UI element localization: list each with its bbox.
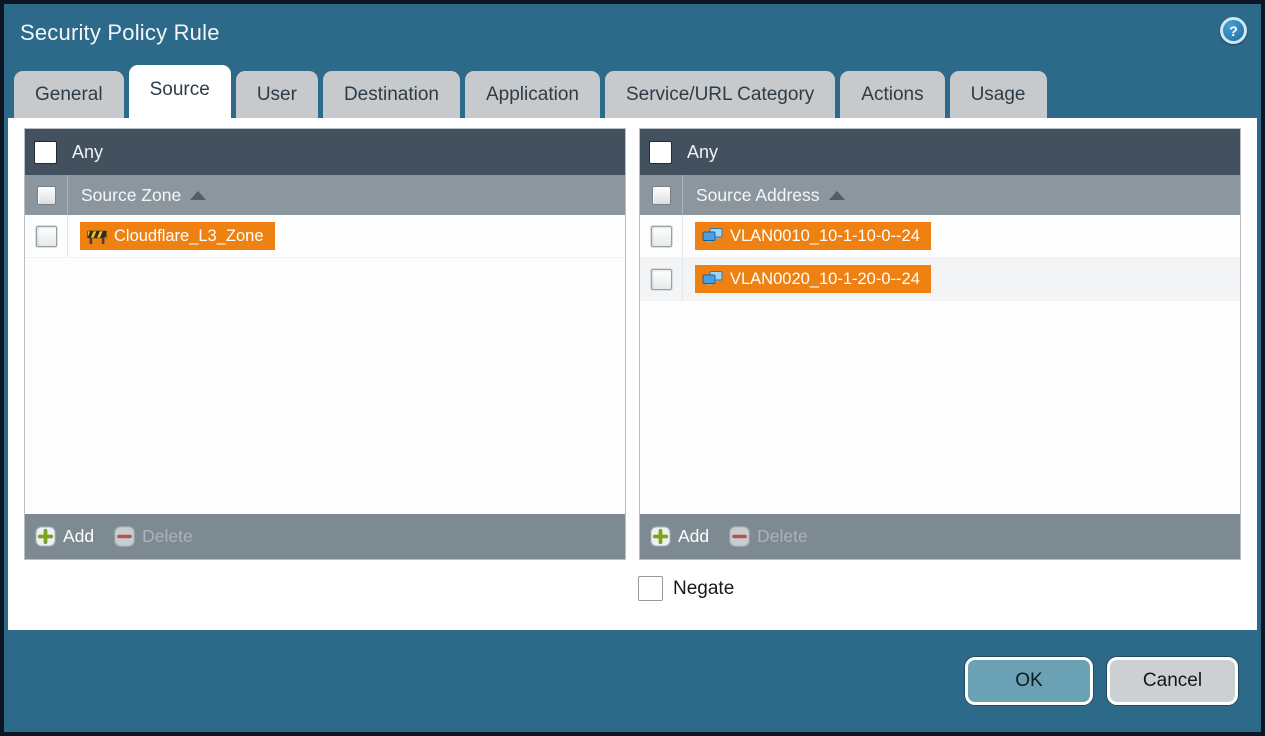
zone-name: Cloudflare_L3_Zone xyxy=(114,226,264,245)
delete-label: Delete xyxy=(142,526,193,546)
add-label: Add xyxy=(678,526,710,546)
source-zone-any-label: Any xyxy=(72,141,104,162)
row-checkbox-cell xyxy=(640,258,683,300)
source-zone-any-checkbox[interactable] xyxy=(34,140,57,164)
delete-label: Delete xyxy=(757,526,808,546)
source-address-delete-button[interactable]: Delete xyxy=(729,526,808,547)
address-name: VLAN0010_10-1-10-0--24 xyxy=(730,226,920,245)
negate-label: Negate xyxy=(673,577,735,599)
help-icon[interactable]: ? xyxy=(1220,17,1247,44)
source-zone-column-label: Source Zone xyxy=(81,184,182,205)
source-address-any-checkbox[interactable] xyxy=(649,140,672,164)
ok-button[interactable]: OK xyxy=(965,657,1093,705)
help-icon-glyph: ? xyxy=(1223,20,1244,41)
tab-strip: General Source User Destination Applicat… xyxy=(4,62,1261,118)
address-chip[interactable]: VLAN0020_10-1-20-0--24 xyxy=(695,265,931,293)
source-address-row[interactable]: VLAN0010_10-1-10-0--24 xyxy=(640,215,1240,258)
negate-row: Negate xyxy=(638,576,1241,601)
add-icon xyxy=(650,526,671,547)
source-address-row-checkbox[interactable] xyxy=(650,225,672,247)
row-checkbox-cell xyxy=(640,215,683,257)
tab-general[interactable]: General xyxy=(14,71,124,118)
source-zone-panel-footer: Add Delete xyxy=(25,514,625,559)
source-address-row[interactable]: VLAN0020_10-1-20-0--24 xyxy=(640,258,1240,301)
delete-icon xyxy=(729,526,750,547)
tab-destination[interactable]: Destination xyxy=(322,71,460,118)
add-label: Add xyxy=(63,526,95,546)
address-chip[interactable]: VLAN0010_10-1-10-0--24 xyxy=(695,222,931,250)
tab-application[interactable]: Application xyxy=(465,71,600,118)
add-icon xyxy=(35,526,56,547)
tab-source[interactable]: Source xyxy=(128,65,231,118)
negate-checkbox[interactable] xyxy=(638,576,663,601)
sort-ascending-icon[interactable] xyxy=(828,190,845,200)
source-address-any-label: Any xyxy=(687,141,719,162)
source-address-list: VLAN0010_10-1-10-0--24 VLAN0020_10-1-20-… xyxy=(640,215,1240,514)
dialog-title: Security Policy Rule xyxy=(20,20,220,45)
source-zone-list: Cloudflare_L3_Zone xyxy=(25,215,625,514)
address-icon xyxy=(702,271,723,286)
source-address-panel: Any Source Address VLAN0010_10-1-10-0--2… xyxy=(639,128,1241,560)
header-checkbox-cell xyxy=(640,175,683,215)
source-address-select-all-checkbox[interactable] xyxy=(651,185,671,205)
source-zone-row-checkbox[interactable] xyxy=(35,225,57,247)
source-zone-column-header[interactable]: Source Zone xyxy=(25,175,625,215)
source-address-row-checkbox[interactable] xyxy=(650,268,672,290)
source-zone-any-row: Any xyxy=(25,129,625,175)
source-zone-delete-button[interactable]: Delete xyxy=(114,526,193,547)
source-zone-row[interactable]: Cloudflare_L3_Zone xyxy=(25,215,625,258)
header-checkbox-cell xyxy=(25,175,68,215)
source-address-column-header[interactable]: Source Address xyxy=(640,175,1240,215)
tab-usage[interactable]: Usage xyxy=(949,71,1047,118)
dialog-footer: OK Cancel xyxy=(4,630,1261,732)
source-address-column-label: Source Address xyxy=(696,184,820,205)
zone-chip[interactable]: Cloudflare_L3_Zone xyxy=(80,222,275,250)
source-tab-content: Any Source Zone Cloudflare_L3_Zone Add D… xyxy=(8,118,1257,630)
delete-icon xyxy=(114,526,135,547)
titlebar: Security Policy Rule ? xyxy=(4,4,1261,62)
sort-ascending-icon[interactable] xyxy=(190,190,207,200)
address-name: VLAN0020_10-1-20-0--24 xyxy=(730,269,920,288)
tab-user[interactable]: User xyxy=(235,71,318,118)
source-address-add-button[interactable]: Add xyxy=(650,526,709,547)
cancel-button[interactable]: Cancel xyxy=(1107,657,1238,705)
source-address-panel-footer: Add Delete xyxy=(640,514,1240,559)
source-zone-panel: Any Source Zone Cloudflare_L3_Zone Add D… xyxy=(24,128,626,560)
tab-service-url-category[interactable]: Service/URL Category xyxy=(604,71,836,118)
tab-actions[interactable]: Actions xyxy=(840,71,945,118)
source-zone-add-button[interactable]: Add xyxy=(35,526,94,547)
source-zone-select-all-checkbox[interactable] xyxy=(36,185,56,205)
row-checkbox-cell xyxy=(25,215,68,257)
address-icon xyxy=(702,228,723,243)
security-policy-rule-dialog: Security Policy Rule ? General Source Us… xyxy=(0,0,1265,736)
source-address-any-row: Any xyxy=(640,129,1240,175)
zone-icon xyxy=(87,230,107,244)
